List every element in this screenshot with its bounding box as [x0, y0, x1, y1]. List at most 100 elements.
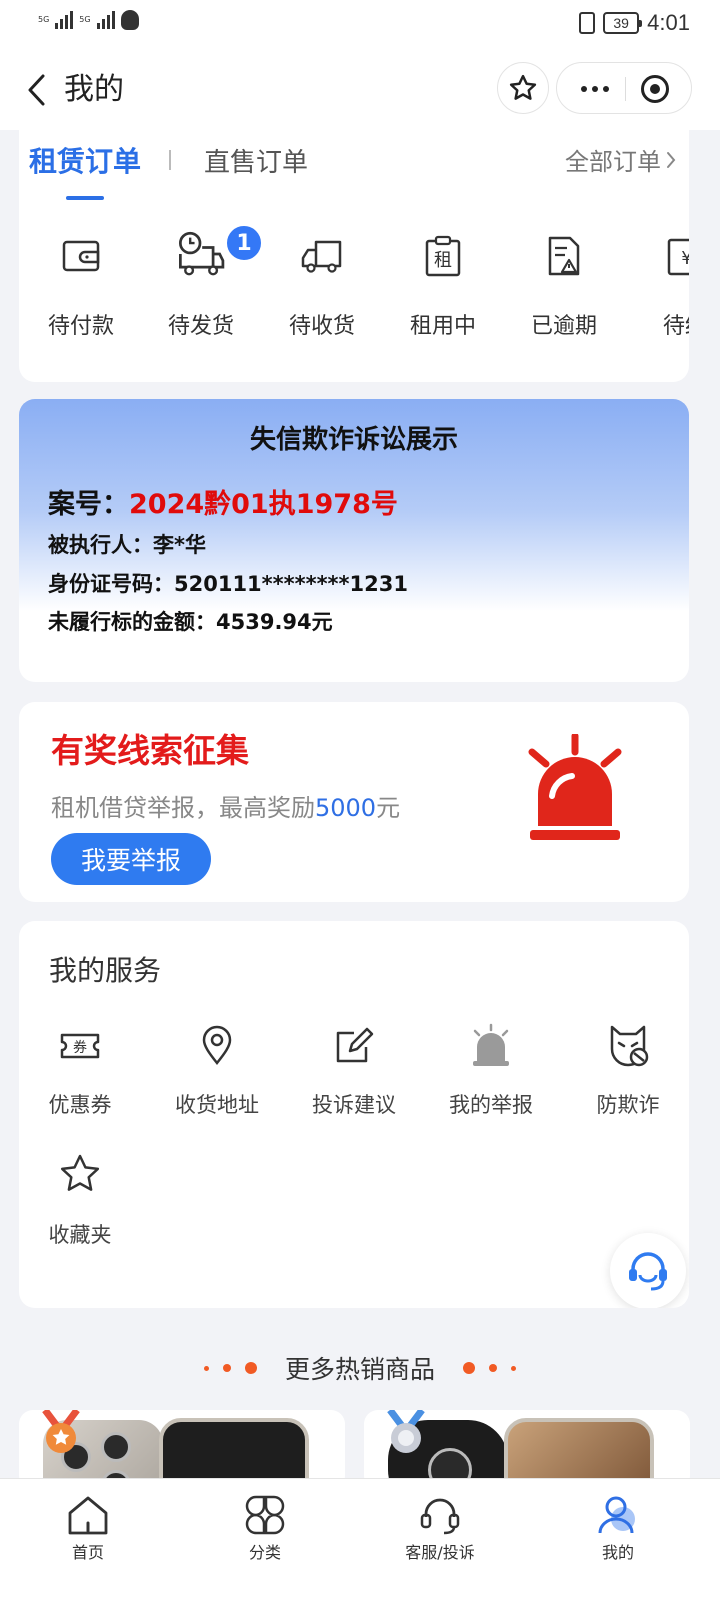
tab-profile[interactable]: 我的: [548, 1479, 688, 1569]
truck-clock-icon: [179, 231, 225, 276]
chevron-right-icon: [667, 151, 676, 168]
service-complaint[interactable]: 投诉建议: [289, 1023, 419, 1133]
order-status-label: 待付款: [47, 314, 114, 339]
case-number-line: 案号：2024黔01执1978号: [48, 482, 398, 521]
reward-clue-card: 有奖线索征集 租机借贷举报，最高奖励5000元 我要举报: [19, 702, 689, 902]
tab-direct-orders[interactable]: 直售订单: [204, 142, 308, 179]
tab-rental-orders[interactable]: 租赁订单: [29, 140, 141, 180]
tab-label: 分类: [248, 1543, 281, 1562]
service-anti-fraud[interactable]: 防欺诈: [563, 1023, 689, 1133]
tab-label: 我的: [601, 1543, 634, 1562]
vibrate-icon: [579, 12, 596, 34]
respondent-line: 被执行人：李*华: [48, 533, 206, 557]
svg-text:¥: ¥: [681, 248, 689, 269]
truck-icon: [301, 240, 342, 273]
services-title: 我的服务: [49, 954, 162, 987]
chevron-left-icon: [28, 74, 45, 106]
decor-dot: [244, 1362, 257, 1374]
back-button[interactable]: [18, 68, 54, 112]
bottom-tab-bar: 首页 分类 客服/投诉 我的: [0, 1478, 720, 1600]
service-my-reports[interactable]: 我的举报: [426, 1023, 556, 1133]
report-button[interactable]: 我要举报: [51, 833, 211, 885]
more-button[interactable]: [571, 63, 619, 115]
order-status-pending-receipt[interactable]: 待收货: [260, 234, 380, 344]
orders-card: 租赁订单 直售订单 全部订单 待付款 待发货 1 待收货 租 租用中 已逾期 ¥…: [19, 130, 689, 382]
id-number-line: 身份证号码：520111********1231: [48, 572, 408, 596]
signal-strength-icon: [96, 11, 115, 29]
pending-shipment-badge: 1: [225, 224, 263, 262]
reward-currency: 元: [376, 794, 401, 822]
service-favorites[interactable]: 收藏夹: [19, 1153, 145, 1263]
tab-label: 首页: [71, 1543, 104, 1562]
hot-products-title: 更多热销商品: [284, 1355, 435, 1384]
service-coupon[interactable]: 券 优惠券: [19, 1023, 145, 1133]
location-pin-icon: [202, 1025, 232, 1066]
service-label: 收货地址: [175, 1093, 259, 1117]
category-icon: [245, 1495, 285, 1535]
battery-icon: 39: [603, 12, 643, 34]
decor-dot: [203, 1365, 209, 1371]
service-label: 收藏夹: [48, 1223, 112, 1247]
service-label: 我的举报: [449, 1093, 533, 1117]
tab-category[interactable]: 分类: [195, 1479, 335, 1569]
tab-customer-service[interactable]: 客服/投诉: [370, 1479, 510, 1569]
clock: 4:01: [647, 10, 690, 35]
my-services-card: 我的服务 券 优惠券 收货地址 投诉建议 我的举报 防欺诈 收藏夹: [19, 921, 689, 1308]
page-title: 我的: [64, 72, 124, 107]
decor-dot: [511, 1365, 516, 1371]
bronze-medal-icon: [42, 1410, 80, 1453]
network-type-2: 5G: [79, 15, 91, 24]
tab-home[interactable]: 首页: [18, 1479, 158, 1569]
miniprogram-capsule: [556, 62, 692, 114]
rent-clipboard-icon: 租: [425, 235, 461, 277]
close-miniprogram-button[interactable]: [641, 75, 669, 103]
status-bar: 5G 5G 39 4:01: [0, 0, 720, 50]
unpaid-amount-line: 未履行标的金额：4539.94元: [48, 610, 333, 634]
anti-fraud-icon: [610, 1025, 649, 1067]
order-status-label: 待收货: [288, 314, 355, 339]
siren-icon: [473, 1023, 509, 1066]
silver-medal-icon: [387, 1410, 425, 1453]
edit-complaint-icon: [336, 1027, 374, 1063]
active-tab-indicator: [66, 196, 104, 200]
service-label: 防欺诈: [596, 1093, 660, 1117]
decor-dot: [463, 1362, 475, 1374]
tab-label: 客服/投诉: [405, 1543, 475, 1562]
coupon-glyph: 券: [73, 1040, 87, 1056]
order-status-renting[interactable]: 租 租用中: [381, 234, 501, 344]
headset-icon: [420, 1498, 460, 1535]
profile-icon: [598, 1496, 635, 1534]
decor-dot: [222, 1364, 231, 1372]
qq-notification-icon: [120, 10, 139, 30]
order-status-pending-payment[interactable]: 待付款: [19, 234, 139, 344]
favorite-button[interactable]: [497, 62, 549, 114]
signal-strength-icon: [55, 11, 74, 29]
reward-amount: 5000: [315, 794, 377, 822]
all-orders-link[interactable]: 全部订单: [565, 142, 677, 177]
order-status-label: 待结: [662, 314, 689, 339]
status-right: 39 4:01: [579, 10, 690, 36]
service-shipping-address[interactable]: 收货地址: [152, 1023, 282, 1133]
order-status-label: 待发货: [167, 314, 234, 339]
headset-icon: [629, 1252, 667, 1291]
overdue-document-icon: [548, 236, 580, 276]
order-status-overdue[interactable]: 已逾期: [502, 234, 622, 344]
customer-service-float-button[interactable]: [610, 1233, 686, 1308]
order-status-label: 租用中: [409, 314, 476, 339]
signal-indicators: 5G 5G: [38, 10, 139, 30]
order-status-label: 已逾期: [530, 314, 597, 339]
tab-divider: [169, 150, 171, 170]
wallet-icon: [62, 240, 100, 272]
alarm-siren-icon: [528, 734, 622, 840]
decor-dot: [489, 1364, 497, 1372]
reward-title: 有奖线索征集: [51, 731, 249, 770]
reward-subtitle: 租机借贷举报，最高奖励5000元: [51, 788, 400, 823]
coupon-icon: 券: [60, 1033, 100, 1059]
network-type-1: 5G: [38, 15, 50, 24]
home-icon: [68, 1496, 108, 1535]
service-label: 投诉建议: [312, 1093, 396, 1117]
reward-subtitle-text: 租机借贷举报，最高奖励: [51, 794, 315, 822]
star-icon: [60, 1154, 100, 1191]
all-orders-label: 全部订单: [565, 148, 661, 176]
order-status-pending-settlement[interactable]: ¥ 待结: [623, 234, 689, 344]
